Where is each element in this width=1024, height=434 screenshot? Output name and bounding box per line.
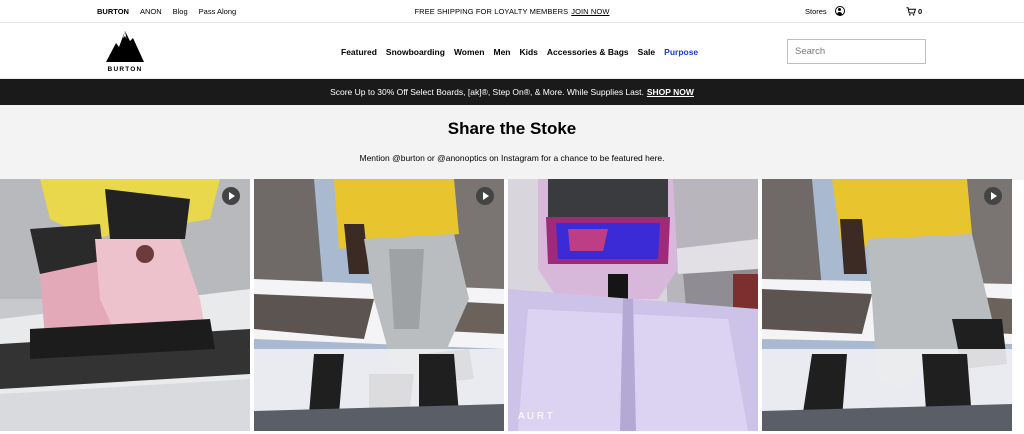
instagram-gallery: A U R T	[0, 179, 1024, 434]
lavender-jacket-image: A U R T	[508, 179, 758, 431]
shop-now-link[interactable]: SHOP NOW	[647, 87, 694, 97]
main-nav: Featured Snowboarding Women Men Kids Acc…	[341, 47, 698, 57]
nav-women[interactable]: Women	[454, 47, 485, 57]
join-now-link[interactable]: JOIN NOW	[571, 7, 609, 16]
account-icon[interactable]	[834, 6, 845, 16]
gray-pants-image-1	[254, 179, 504, 431]
gallery-tile-gray-pants-2[interactable]	[762, 179, 1012, 431]
pink-boots-image	[0, 179, 250, 431]
search-box	[787, 39, 927, 64]
nav-purpose[interactable]: Purpose	[664, 47, 698, 57]
shipping-text: FREE SHIPPING FOR LOYALTY MEMBERS	[414, 6, 569, 16]
cart-button[interactable]: 0	[906, 7, 922, 16]
cart-count: 0	[918, 6, 923, 16]
share-section: Share the Stoke Mention @burton or @anon…	[0, 105, 1024, 180]
play-icon[interactable]	[984, 187, 1002, 205]
share-subtitle: Mention @burton or @anonoptics on Instag…	[359, 153, 665, 163]
nav-featured[interactable]: Featured	[341, 47, 377, 57]
nav-kids[interactable]: Kids	[519, 47, 537, 57]
jacket-print-text: A U R T	[518, 411, 553, 422]
nav-accessories-bags[interactable]: Accessories & Bags	[547, 47, 629, 57]
nav-snowboarding[interactable]: Snowboarding	[386, 47, 445, 57]
gray-pants-image-2	[762, 179, 1012, 431]
utility-bar: BURTON ANON Blog Pass Along FREE SHIPPIN…	[0, 0, 1024, 23]
cart-icon	[906, 6, 916, 16]
play-icon[interactable]	[222, 187, 240, 205]
main-header: BURTON Featured Snowboarding Women Men K…	[0, 23, 1024, 79]
play-icon[interactable]	[476, 187, 494, 205]
shipping-banner: FREE SHIPPING FOR LOYALTY MEMBERS JOIN NO…	[0, 7, 1024, 16]
search-input[interactable]	[795, 46, 927, 57]
gallery-tile-pink-boots[interactable]	[0, 179, 250, 431]
nav-men[interactable]: Men	[493, 47, 510, 57]
utility-right: Stores	[805, 6, 845, 16]
promo-text: Score Up to 30% Off Select Boards, [ak]®…	[330, 87, 644, 97]
burton-logo[interactable]: BURTON	[104, 29, 146, 73]
share-title: Share the Stoke	[447, 119, 577, 138]
promo-bar: Score Up to 30% Off Select Boards, [ak]®…	[0, 79, 1024, 105]
stores-link[interactable]: Stores	[805, 7, 827, 16]
gallery-tile-gray-pants-1[interactable]	[254, 179, 504, 431]
logo-wordmark: BURTON	[107, 66, 143, 73]
mountain-logo-icon	[106, 31, 144, 62]
gallery-tile-lavender-jacket[interactable]: A U R T	[508, 179, 758, 431]
nav-sale[interactable]: Sale	[638, 47, 656, 57]
